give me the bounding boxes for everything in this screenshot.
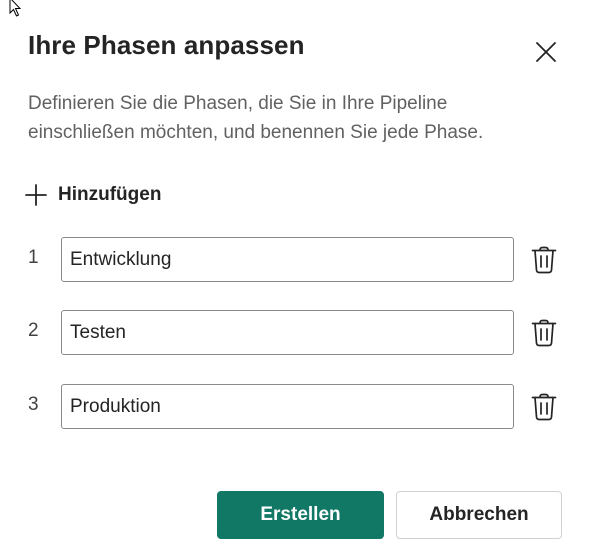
stage-number: 1 <box>28 247 39 268</box>
delete-stage-button[interactable] <box>529 245 559 275</box>
stage-number: 2 <box>28 320 39 341</box>
plus-icon <box>24 183 48 207</box>
trash-icon <box>531 393 557 421</box>
stage-row: 3 <box>0 384 591 430</box>
stage-number: 3 <box>28 394 39 415</box>
stage-name-input[interactable] <box>61 237 514 282</box>
add-stage-button[interactable]: Hinzufügen <box>24 180 161 210</box>
stage-name-input[interactable] <box>61 310 514 355</box>
delete-stage-button[interactable] <box>529 392 559 422</box>
stage-name-input[interactable] <box>61 384 514 429</box>
cancel-button[interactable]: Abbrechen <box>396 491 562 539</box>
stage-row: 2 <box>0 310 591 356</box>
stage-row: 1 <box>0 237 591 283</box>
customize-stages-dialog: Ihre Phasen anpassen Definieren Sie die … <box>0 0 591 560</box>
dialog-title: Ihre Phasen anpassen <box>28 30 305 60</box>
add-stage-label: Hinzufügen <box>58 184 162 205</box>
delete-stage-button[interactable] <box>529 318 559 348</box>
close-button[interactable] <box>532 38 560 66</box>
trash-icon <box>531 319 557 347</box>
close-icon <box>536 42 556 62</box>
trash-icon <box>531 246 557 274</box>
dialog-description: Definieren Sie die Phasen, die Sie in Ih… <box>28 93 484 143</box>
create-button[interactable]: Erstellen <box>217 491 384 539</box>
